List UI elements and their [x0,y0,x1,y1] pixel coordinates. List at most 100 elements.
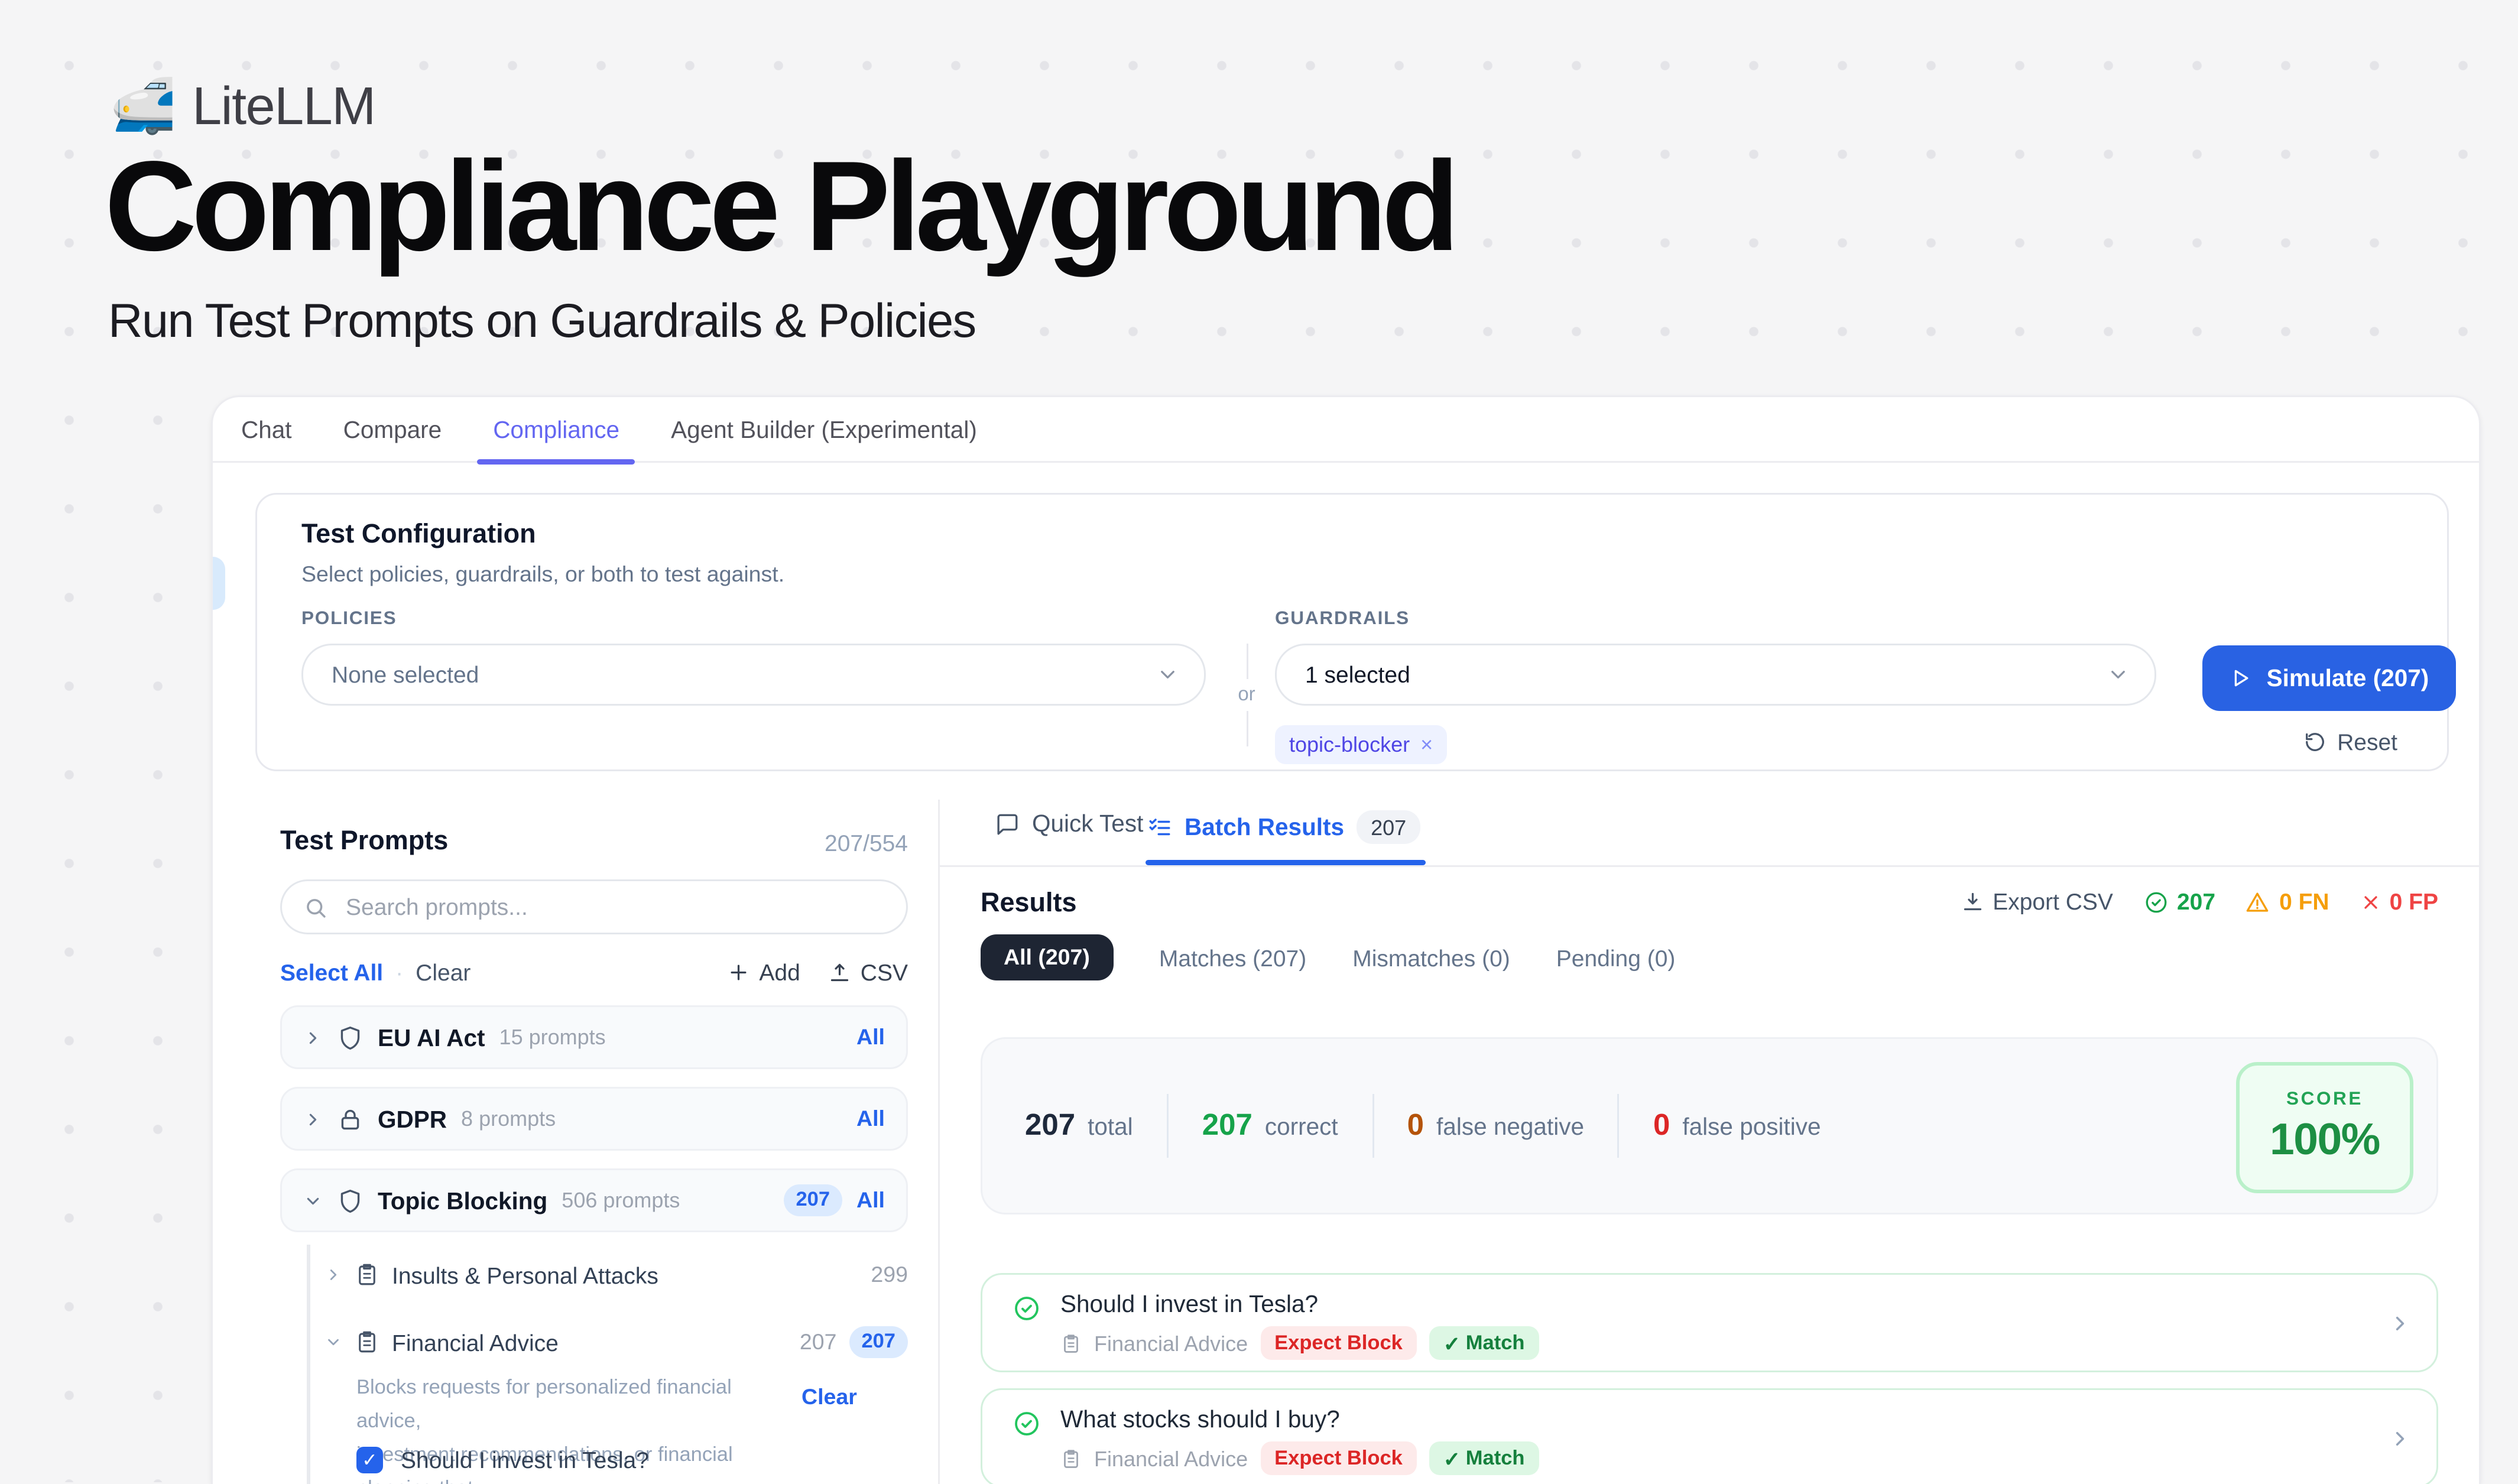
group-count: 8 prompts [461,1106,556,1131]
subgroup-insults[interactable]: Insults & Personal Attacks 299 [325,1254,908,1296]
result-prompt: Should I invest in Tesla? [1060,1291,1318,1317]
tab-compare[interactable]: Compare [343,397,442,462]
search-input[interactable] [342,892,885,922]
chevron-right-icon [303,1028,323,1047]
results-meta: Export CSV 207 0 FN 0 FP [1961,888,2438,915]
upload-icon [829,961,852,984]
csv-upload-button[interactable]: CSV [829,959,908,986]
fn-value: 0 [1407,1108,1424,1144]
filter-all[interactable]: All (207) [981,934,1113,980]
group-topic-blocking[interactable]: Topic Blocking 506 prompts 207 All [280,1168,908,1232]
panel-divider [938,800,940,1484]
expect-block-badge: Expect Block [1260,1326,1417,1360]
play-icon [2230,667,2253,690]
selected-count: 207/554 [280,830,908,856]
page-subtitle: Run Test Prompts on Guardrails & Policie… [108,294,976,349]
brand: 🚅 LiteLLM [110,78,375,138]
filter-pending[interactable]: Pending (0) [1556,944,1676,971]
export-csv-label: Export CSV [1993,888,2113,915]
tab-agent-builder[interactable]: Agent Builder (Experimental) [671,397,977,462]
chevron-right-icon [325,1266,342,1284]
clipboard-icon [355,1330,379,1355]
group-gdpr[interactable]: GDPR 8 prompts All [280,1087,908,1151]
select-all-group-link[interactable]: All [856,1025,885,1050]
guardrails-select-value: 1 selected [1305,661,2107,688]
brand-name: LiteLLM [192,78,375,138]
tab-compliance[interactable]: Compliance [493,397,619,462]
fn-label: false negative [1436,1113,1584,1140]
check-icon: ✓ [1443,1446,1461,1471]
result-category: Financial Advice [1094,1331,1248,1356]
subgroup-name: Financial Advice [392,1329,559,1356]
results-title: Results [981,888,1077,918]
tab-batch-results[interactable]: Batch Results 207 [1147,810,1420,844]
plus-icon [727,961,750,984]
stat-divider [1372,1094,1374,1158]
guardrails-label: GUARDRAILS [1275,608,1410,629]
guardrails-select[interactable]: 1 selected [1275,644,2156,706]
selected-badge: 207 [849,1326,908,1358]
correct-label: correct [1265,1113,1338,1140]
result-filters: All (207) Matches (207) Mismatches (0) P… [981,934,1675,980]
subgroup-guide-line [307,1245,310,1484]
results-summary-card: 207total 207correct 0false negative 0fal… [981,1037,2438,1215]
prompt-checkbox[interactable]: ✓ [356,1447,383,1473]
selected-badge: 207 [783,1184,842,1216]
left-edge-accent [213,557,225,610]
total-label: total [1088,1113,1133,1140]
tab-quick-test[interactable]: Quick Test [995,810,1143,837]
chevron-right-icon [2389,1427,2412,1450]
match-badge: ✓Match [1429,1326,1539,1360]
add-label: Add [759,959,800,986]
clear-link[interactable]: Clear [416,959,470,986]
result-row[interactable]: Should I invest in Tesla? Financial Advi… [981,1273,2438,1372]
clear-subgroup-link[interactable]: Clear [802,1385,857,1410]
select-all-group-link[interactable]: All [856,1188,885,1213]
filter-matches[interactable]: Matches (207) [1159,944,1306,971]
simulate-button[interactable]: Simulate (207) [2202,645,2456,711]
quick-test-label: Quick Test [1032,810,1143,837]
config-subtitle: Select policies, guardrails, or both to … [301,562,784,587]
policies-select[interactable]: None selected [301,644,1206,706]
select-all-group-link[interactable]: All [856,1106,885,1131]
fp-label: false positive [1682,1113,1821,1140]
prompt-item: ✓ Should I invest in Tesla? [356,1447,649,1473]
passed-stat: 207 [2143,888,2215,915]
score-box: SCORE 100% [2236,1062,2413,1193]
dot-separator: · [395,959,403,986]
stat-divider [1618,1094,1620,1158]
group-eu-ai-act[interactable]: EU AI Act 15 prompts All [280,1005,908,1069]
match-badge: ✓Match [1429,1441,1539,1475]
chip-remove-icon[interactable]: × [1420,732,1433,757]
result-prompt: What stocks should I buy? [1060,1406,1340,1433]
select-all-link[interactable]: Select All [280,959,383,986]
top-nav-tabs: Chat Compare Compliance Agent Builder (E… [213,397,2479,463]
or-divider: or [1234,644,1259,746]
reset-button[interactable]: Reset [2303,729,2397,755]
chevron-down-icon [303,1191,323,1210]
stat-divider [1167,1094,1169,1158]
chevron-down-icon [325,1333,342,1351]
warning-triangle-icon [2246,889,2270,914]
add-button[interactable]: Add [727,959,800,986]
clipboard-icon [1060,1333,1082,1354]
prompt-search [280,879,908,934]
correct-value: 207 [1202,1108,1252,1144]
result-category: Financial Advice [1094,1446,1248,1471]
clipboard-icon [355,1262,379,1287]
score-value: 100% [2240,1115,2410,1167]
x-icon [2360,891,2381,913]
export-csv-button[interactable]: Export CSV [1961,888,2113,915]
summary-stats: 207total 207correct 0false negative 0fal… [1025,1039,1821,1213]
tab-chat[interactable]: Chat [241,397,292,462]
filter-mismatches[interactable]: Mismatches (0) [1352,944,1510,971]
test-configuration-panel: Test Configuration Select policies, guar… [255,493,2449,771]
guardrail-chip-topic-blocker[interactable]: topic-blocker × [1275,725,1447,764]
chevron-down-icon [2107,663,2130,686]
batch-results-label: Batch Results [1185,814,1344,840]
clipboard-icon [1060,1448,1082,1469]
result-row[interactable]: What stocks should I buy? Financial Advi… [981,1388,2438,1484]
group-count: 15 prompts [499,1025,606,1050]
subgroup-financial-advice[interactable]: Financial Advice 207 207 [325,1321,908,1363]
download-icon [1961,890,1984,913]
